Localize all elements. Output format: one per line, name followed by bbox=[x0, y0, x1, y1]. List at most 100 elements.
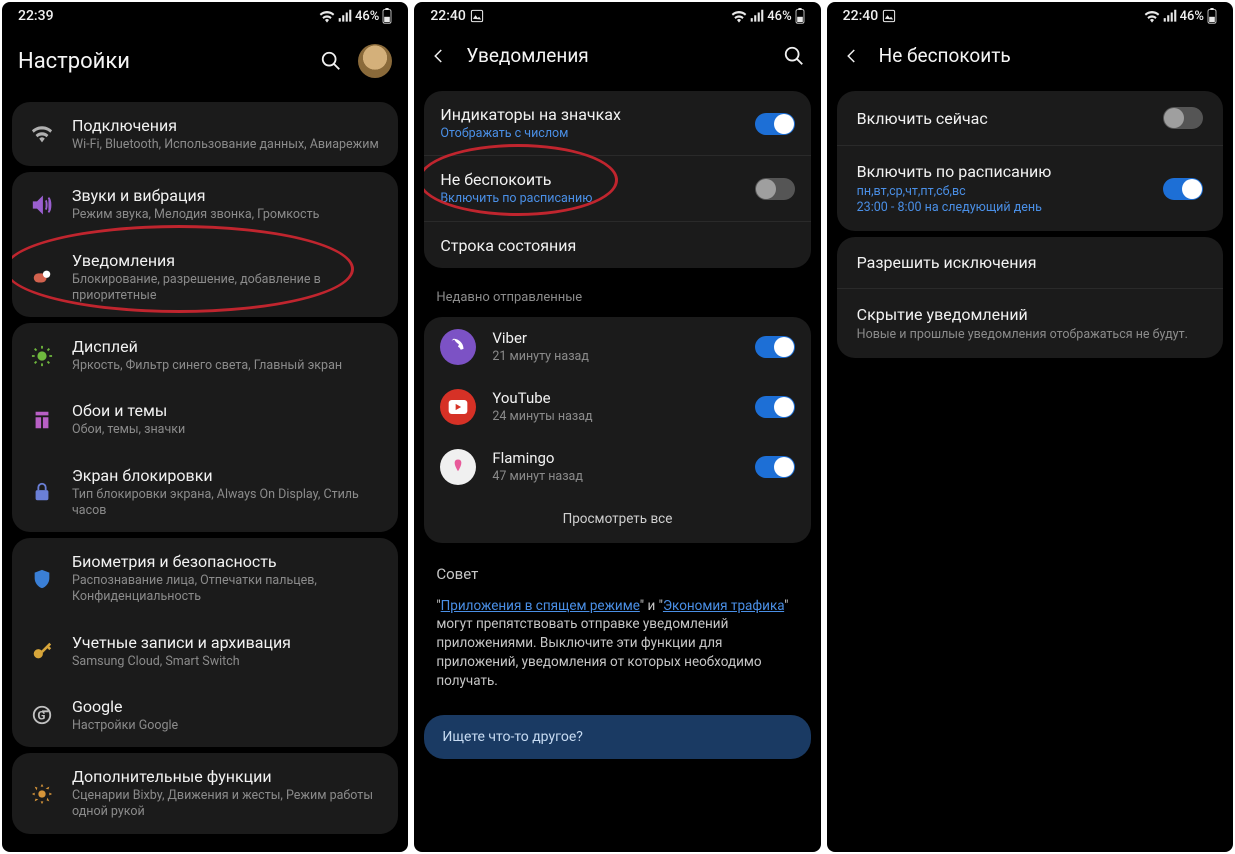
settings-row[interactable]: Биометрия и безопасность Распознавание л… bbox=[12, 538, 398, 619]
battery-pct: 46% bbox=[767, 9, 791, 24]
status-bar: 22:40 46% bbox=[827, 2, 1233, 28]
row-sub-time: 23:00 - 8:00 на следующий день bbox=[857, 200, 1052, 215]
display-icon bbox=[28, 345, 56, 367]
row-label: Учетные записи и архивация bbox=[72, 633, 382, 652]
toggle-switch[interactable] bbox=[755, 456, 795, 478]
search-icon[interactable] bbox=[320, 50, 342, 72]
row-sub: Сценарии Bixby, Движения и жесты, Режим … bbox=[72, 788, 382, 821]
settings-row[interactable]: G Google Настройки Google bbox=[12, 683, 398, 747]
row-label: Подключения bbox=[72, 116, 382, 135]
signal-icon bbox=[750, 9, 764, 23]
tip-block: Совет "Приложения в спящем режиме" и "Эк… bbox=[414, 549, 820, 709]
row-label: Звуки и вибрация bbox=[72, 186, 382, 205]
dnd-card-1: Включить сейчас Включить по расписанию п… bbox=[837, 91, 1223, 231]
back-icon[interactable] bbox=[843, 47, 861, 65]
settings-row[interactable]: Подключения Wi-Fi, Bluetooth, Использова… bbox=[12, 102, 398, 166]
toggle-switch[interactable] bbox=[755, 113, 795, 135]
row-sub: Включить по расписанию bbox=[440, 191, 738, 207]
tip-body: "Приложения в спящем режиме" и "Экономия… bbox=[436, 597, 798, 691]
notif-setting-row[interactable]: Строка состояния bbox=[424, 222, 810, 268]
app-row[interactable]: Flamingo 47 минут назад bbox=[424, 437, 810, 497]
row-label: Скрытие уведомлений bbox=[857, 305, 1203, 324]
dnd-screen: 22:40 46% Не беспокоить Включить сейчас … bbox=[827, 2, 1233, 852]
page-title: Уведомления bbox=[466, 44, 764, 67]
app-icon bbox=[440, 329, 476, 365]
row-label: Биометрия и безопасность bbox=[72, 552, 382, 571]
wifi-icon bbox=[28, 124, 56, 146]
settings-row[interactable]: Дисплей Яркость, Фильтр синего света, Гл… bbox=[12, 323, 398, 387]
settings-screen: 22:39 46% Настройки Подключения Wi-Fi, B… bbox=[2, 2, 408, 852]
row-sub: Режим звука, Мелодия звонка, Громкость bbox=[72, 207, 382, 223]
toggle-switch[interactable] bbox=[755, 178, 795, 200]
toggle-switch[interactable] bbox=[755, 336, 795, 358]
settings-card: Индикаторы на значкахОтображать с числом… bbox=[424, 91, 810, 268]
settings-group: Биометрия и безопасность Распознавание л… bbox=[12, 538, 398, 747]
row-label: Google bbox=[72, 697, 382, 716]
recent-header: Недавно отправленные bbox=[414, 274, 820, 311]
settings-row[interactable]: Дополнительные функции Сценарии Bixby, Д… bbox=[12, 753, 398, 834]
row-label: Включить сейчас bbox=[857, 109, 988, 128]
row-sub-days: пн,вт,ср,чт,пт,сб,вс bbox=[857, 184, 1052, 199]
app-name: Viber bbox=[492, 329, 738, 347]
settings-row[interactable]: Учетные записи и архивация Samsung Cloud… bbox=[12, 619, 398, 683]
app-time: 24 минуты назад bbox=[492, 409, 738, 424]
app-name: Flamingo bbox=[492, 449, 738, 467]
row-sub: Яркость, Фильтр синего света, Главный эк… bbox=[72, 358, 382, 374]
settings-group: Дисплей Яркость, Фильтр синего света, Гл… bbox=[12, 323, 398, 532]
dnd-row[interactable]: Включить по расписанию пн,вт,ср,чт,пт,сб… bbox=[837, 146, 1223, 231]
sound-icon bbox=[28, 194, 56, 216]
search-icon[interactable] bbox=[783, 45, 805, 67]
settings-row[interactable]: Обои и темы Обои, темы, значки bbox=[12, 387, 398, 451]
row-label: Включить по расписанию bbox=[857, 162, 1052, 181]
row-sub: Обои, темы, значки bbox=[72, 422, 382, 438]
wifi-icon bbox=[319, 9, 335, 23]
settings-row[interactable]: Уведомления Блокирование, разрешение, до… bbox=[12, 237, 398, 318]
toggle-switch[interactable] bbox=[1163, 178, 1203, 200]
row-label: Строка состояния bbox=[440, 236, 794, 255]
dnd-row[interactable]: Включить сейчас bbox=[837, 91, 1223, 145]
notif-icon bbox=[28, 266, 56, 288]
signal-icon bbox=[338, 9, 352, 23]
wallpaper-icon bbox=[28, 409, 56, 431]
toggle-switch[interactable] bbox=[755, 396, 795, 418]
view-all-button[interactable]: Просмотреть все bbox=[424, 497, 810, 543]
row-label: Дисплей bbox=[72, 337, 382, 356]
back-icon[interactable] bbox=[430, 47, 448, 65]
row-sub: Распознавание лица, Отпечатки пальцев, К… bbox=[72, 573, 382, 606]
row-label: Обои и темы bbox=[72, 401, 382, 420]
notif-setting-row[interactable]: Не беспокоитьВключить по расписанию bbox=[424, 156, 810, 220]
app-icon bbox=[440, 449, 476, 485]
toggle-switch[interactable] bbox=[1163, 107, 1203, 129]
svg-text:G: G bbox=[37, 709, 45, 723]
battery-icon bbox=[382, 8, 392, 24]
header: Уведомления bbox=[414, 28, 820, 85]
settings-row[interactable]: Звуки и вибрация Режим звука, Мелодия зв… bbox=[12, 172, 398, 236]
tip-link-datasaver[interactable]: Экономия трафика bbox=[663, 598, 784, 614]
apps-card: Viber 21 минуту назад YouTube 24 минуты … bbox=[424, 317, 810, 543]
adv-icon bbox=[28, 783, 56, 805]
app-time: 47 минут назад bbox=[492, 469, 738, 484]
settings-group: Подключения Wi-Fi, Bluetooth, Использова… bbox=[12, 102, 398, 166]
dnd-card-2: Разрешить исключения Скрытие уведомленийН… bbox=[837, 237, 1223, 358]
notif-setting-row[interactable]: Индикаторы на значкахОтображать с числом bbox=[424, 91, 810, 155]
row-label: Индикаторы на значках bbox=[440, 105, 738, 124]
row-label: Разрешить исключения bbox=[857, 253, 1203, 272]
wifi-icon bbox=[731, 9, 747, 23]
clock: 22:39 bbox=[18, 8, 54, 24]
search-prompt-text: Ищете что-то другое? bbox=[442, 729, 583, 745]
tip-title: Совет bbox=[436, 565, 798, 583]
battery-icon bbox=[1207, 8, 1217, 24]
tip-link-sleep[interactable]: Приложения в спящем режиме bbox=[441, 598, 640, 614]
row-label: Дополнительные функции bbox=[72, 767, 382, 786]
app-row[interactable]: Viber 21 минуту назад bbox=[424, 317, 810, 377]
dnd-row[interactable]: Разрешить исключения bbox=[837, 237, 1223, 288]
search-prompt-card[interactable]: Ищете что-то другое? bbox=[424, 715, 810, 759]
dnd-row[interactable]: Скрытие уведомленийНовые и прошлые уведо… bbox=[837, 289, 1223, 358]
settings-group: Дополнительные функции Сценарии Bixby, Д… bbox=[12, 753, 398, 834]
app-row[interactable]: YouTube 24 минуты назад bbox=[424, 377, 810, 437]
settings-row[interactable]: Экран блокировки Тип блокировки экрана, … bbox=[12, 452, 398, 533]
avatar[interactable] bbox=[358, 44, 392, 78]
screenshot-icon bbox=[882, 9, 896, 23]
settings-group: Звуки и вибрация Режим звука, Мелодия зв… bbox=[12, 172, 398, 317]
clock: 22:40 bbox=[843, 8, 879, 24]
